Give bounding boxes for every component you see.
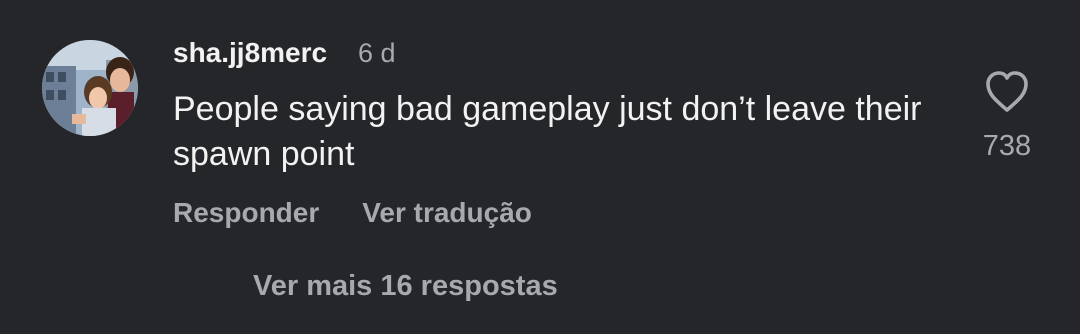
translate-button[interactable]: Ver tradução — [362, 197, 532, 229]
comment-actions: Responder Ver tradução — [173, 193, 532, 233]
username[interactable]: sha.jj8merc — [173, 36, 327, 70]
view-more-replies-button[interactable]: Ver mais 16 respostas — [253, 266, 558, 306]
avatar-photo — [42, 40, 138, 136]
reply-button[interactable]: Responder — [173, 197, 319, 229]
like-button[interactable] — [984, 70, 1030, 114]
comment-text: People saying bad gameplay just don’t le… — [173, 90, 922, 173]
avatar[interactable] — [42, 40, 138, 136]
comment-timestamp: 6 d — [358, 38, 396, 68]
like-count: 738 — [982, 130, 1032, 162]
heart-outline-icon — [986, 71, 1028, 112]
